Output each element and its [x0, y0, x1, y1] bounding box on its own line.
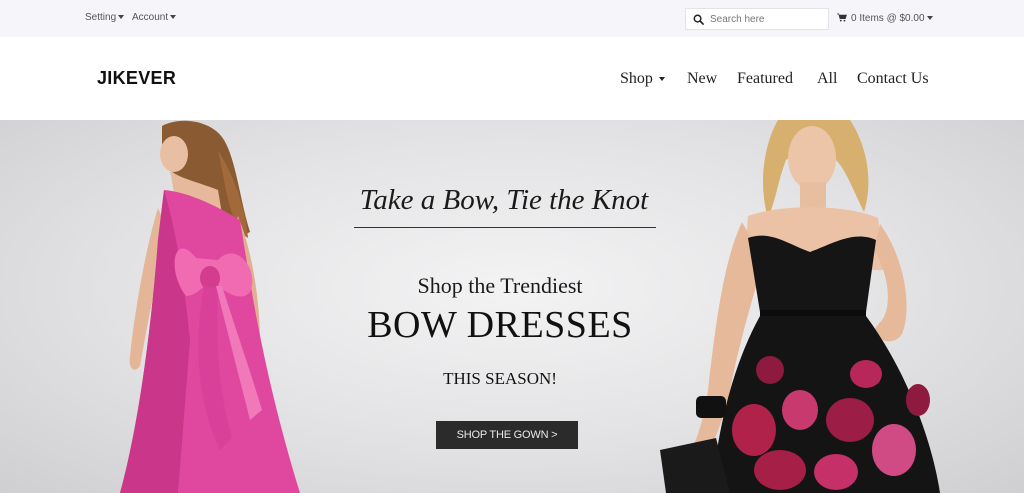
account-label: Account [132, 12, 169, 23]
model-black-floral-dress-image [660, 120, 940, 493]
hero-banner[interactable]: Take a Bow, Tie the Knot Shop the Trendi… [0, 120, 1024, 493]
nav-item-new[interactable]: New [687, 70, 717, 88]
hero-season-text: THIS SEASON! [443, 369, 557, 388]
nav-item-label: Shop [620, 70, 653, 87]
search-box [685, 8, 829, 30]
hero-headline: BOW DRESSES [367, 304, 633, 346]
nav-item-contact-us[interactable]: Contact Us [857, 70, 929, 88]
shopping-cart-icon [837, 13, 847, 22]
top-utility-bar: Setting Account 0 Items @ $0.00 [0, 0, 1024, 37]
search-input[interactable] [710, 12, 822, 27]
chevron-down-icon [170, 15, 177, 20]
shop-the-gown-button[interactable]: SHOP THE GOWN > [436, 421, 578, 449]
account-dropdown[interactable]: Account [132, 12, 177, 23]
hero-subhead: Shop the Trendiest [417, 273, 583, 298]
nav-item-shop[interactable]: Shop [620, 70, 665, 88]
nav-item-all[interactable]: All [817, 70, 837, 88]
model-pink-bow-gown-image [120, 120, 300, 493]
setting-label: Setting [85, 12, 117, 23]
cart-text: 0 Items @ $0.00 [851, 13, 925, 24]
chevron-down-icon [118, 15, 125, 20]
chevron-down-icon [926, 16, 933, 21]
site-logo[interactable]: JIKEVER [97, 68, 176, 89]
search-icon[interactable] [693, 14, 704, 25]
setting-dropdown[interactable]: Setting [85, 12, 125, 23]
nav-item-featured[interactable]: Featured [737, 70, 793, 88]
tagline-divider [354, 227, 656, 228]
hero-tagline: Take a Bow, Tie the Knot [359, 184, 649, 216]
chevron-down-icon [658, 77, 665, 82]
cart-summary[interactable]: 0 Items @ $0.00 [837, 13, 933, 24]
site-header: JIKEVER Shop New Featured All Contact Us [0, 37, 1024, 120]
